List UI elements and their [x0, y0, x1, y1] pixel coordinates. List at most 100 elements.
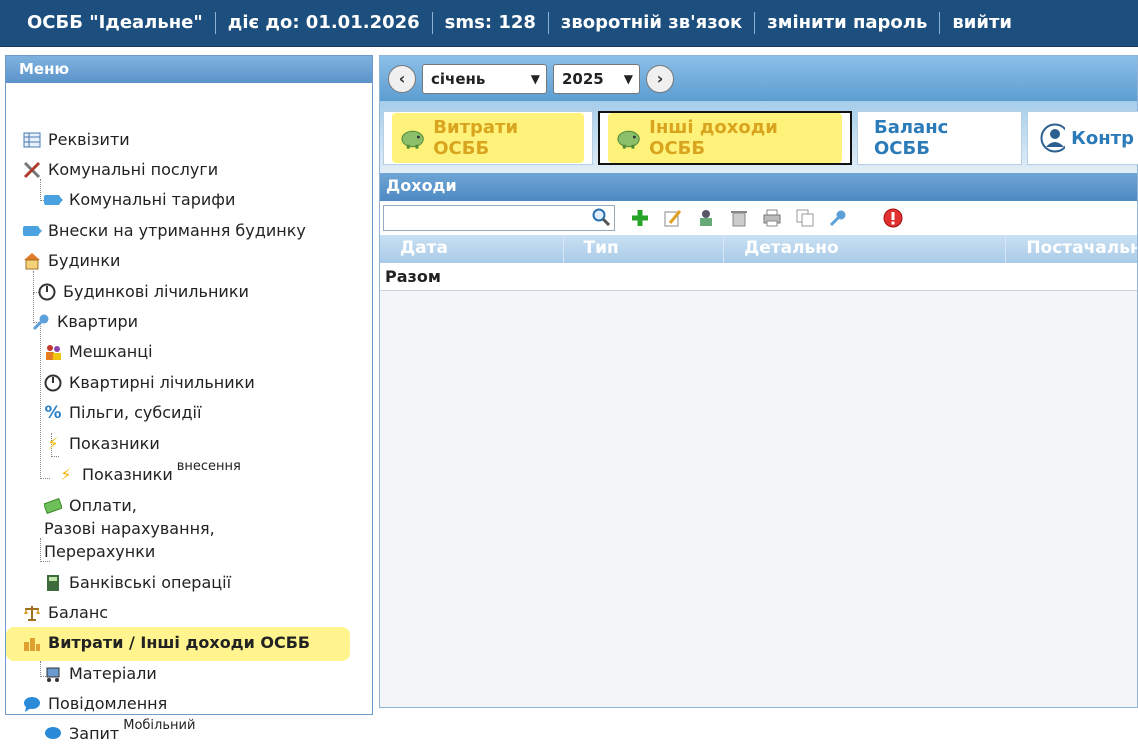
sidebar-item-sup: Мобільний [123, 718, 196, 733]
logout-link[interactable]: вийти [939, 12, 1024, 34]
key-icon [31, 313, 51, 331]
users-button[interactable] [695, 207, 717, 229]
bank-terminal-icon [43, 574, 63, 592]
search-input[interactable] [383, 205, 615, 231]
sidebar-item-label: Перерахунки [44, 542, 156, 561]
year-select[interactable]: 2025 ▼ [553, 63, 640, 94]
sidebar-item-label: Матеріали [69, 664, 157, 683]
sidebar-item-pokaznyky[interactable]: ⚡ Показники [43, 433, 160, 455]
year-select-value: 2025 [562, 69, 604, 88]
sidebar-item-komunalni-posluhy[interactable]: Комунальні послуги [22, 159, 218, 181]
sidebar-item-vytraty[interactable]: Витрати / Інші доходи ОСББ [22, 632, 310, 654]
sidebar-item-label: Внески на утримання будинку [48, 221, 306, 240]
lightning-icon: ⚡ [60, 465, 72, 484]
total-label: Разом [385, 267, 441, 286]
sidebar-item-kvartyry[interactable]: Квартири [31, 311, 138, 333]
coins-icon [22, 634, 42, 652]
chat-bubble-icon [22, 695, 42, 713]
tools-icon [22, 161, 42, 179]
sidebar-item-povidomlennia[interactable]: Повідомлення [22, 693, 167, 715]
top-bar: ОСББ "Ідеальне" діє до: 01.01.2026 sms: … [0, 0, 1138, 47]
scales-icon [22, 604, 42, 622]
table-icon [22, 131, 42, 149]
tab-highlight: Витрати ОСББ [392, 113, 584, 163]
alert-icon [883, 208, 903, 228]
sidebar-item-sup: внесення [176, 459, 241, 474]
sidebar-item-vnesky[interactable]: Внески на утримання будинку [22, 220, 306, 242]
print-button[interactable] [761, 207, 783, 229]
chevron-down-icon: ▼ [623, 71, 633, 86]
trash-icon [731, 211, 747, 227]
sidebar-item-label: Будинкові лічильники [63, 282, 249, 301]
tab-label: Витрати ОСББ [433, 117, 519, 159]
period-selector-bar: ‹ січень ▼ 2025 ▼ › [380, 56, 1137, 101]
chevron-left-icon: ‹ [398, 69, 406, 88]
sidebar-item-zapyt[interactable]: Запит Мобільний [43, 718, 195, 745]
chevron-right-icon: › [656, 69, 664, 88]
key-icon [829, 210, 846, 227]
piggy-bank-icon [401, 130, 424, 149]
sidebar-item-kvartyrni-lichylnyky[interactable]: Квартирні лічильники [43, 372, 255, 394]
house-icon [22, 252, 42, 270]
key-button[interactable] [827, 207, 849, 229]
column-header-date[interactable]: Дата [380, 235, 564, 263]
sidebar-item-budynkovi-lichylnyky[interactable]: Будинкові лічильники [37, 281, 249, 303]
add-button[interactable] [629, 207, 651, 229]
sidebar-item-oplaty-line2: Разові нарахування, [44, 518, 215, 540]
sidebar-item-label: Банківські операції [69, 573, 232, 592]
tab-expenses[interactable]: Витрати ОСББ [383, 111, 593, 165]
sidebar-item-oplaty-line3: Перерахунки [44, 541, 155, 563]
sidebar-item-label: Разові нарахування, [44, 519, 215, 538]
sidebar-item-label: Повідомлення [48, 694, 168, 713]
delete-button[interactable] [728, 207, 750, 229]
tab-contractors[interactable]: Контр [1027, 111, 1138, 165]
sidebar-item-budynky[interactable]: Будинки [22, 250, 120, 272]
tab-other-income[interactable]: Інші доходи ОСББ [598, 111, 852, 165]
month-select[interactable]: січень ▼ [422, 63, 547, 94]
tab-balance[interactable]: Баланс ОСББ [857, 111, 1022, 165]
column-header-details[interactable]: Детально [724, 235, 1007, 263]
sidebar-item-label: Показники [69, 434, 160, 453]
sidebar-item-pokaznyky-vnesennia[interactable]: ⚡ Показники внесення [56, 459, 240, 486]
contribution-icon [22, 222, 42, 240]
copy-button[interactable] [794, 207, 816, 229]
lightning-icon: ⚡ [47, 434, 59, 453]
sidebar-item-label: Запит [69, 724, 120, 743]
percent-icon: % [44, 403, 62, 423]
column-header-supplier[interactable]: Постачальн [1006, 235, 1137, 263]
prev-month-button[interactable]: ‹ [388, 64, 416, 93]
copy-icon [796, 209, 814, 227]
chevron-down-icon: ▼ [530, 71, 540, 86]
group-icon [700, 210, 712, 226]
user-avatar-icon [1040, 123, 1066, 153]
change-password-link[interactable]: змінити пароль [754, 12, 939, 34]
sidebar-title: Меню [6, 56, 372, 83]
sidebar-item-rekvizyty[interactable]: Реквізити [22, 129, 130, 151]
tab-label: Інші доходи ОСББ [649, 117, 778, 159]
sidebar-item-pilhy[interactable]: % Пільги, субсидії [43, 402, 201, 424]
sidebar-item-meshkantsi[interactable]: Мешканці [43, 341, 153, 363]
alert-button[interactable] [882, 207, 904, 229]
next-month-button[interactable]: › [646, 64, 674, 93]
tab-label: Баланс ОСББ [874, 117, 949, 159]
sidebar-item-oplaty[interactable]: Оплати, [43, 495, 137, 517]
printer-icon [763, 209, 781, 227]
sidebar-item-label: Будинки [48, 251, 121, 270]
main-panel: ‹ січень ▼ 2025 ▼ › Витрати ОСББ Інші до… [379, 55, 1138, 708]
piggy-bank-icon [617, 130, 640, 149]
sidebar-item-label: Комунальні послуги [48, 160, 219, 179]
grid-toolbar [380, 201, 1137, 235]
feedback-link[interactable]: зворотній зв'язок [547, 12, 754, 34]
subscription-valid-until: діє до: 01.01.2026 [214, 12, 432, 34]
edit-button[interactable] [662, 207, 684, 229]
sidebar-item-materialy[interactable]: Матеріали [43, 663, 157, 685]
sidebar-item-balans[interactable]: Баланс [22, 602, 108, 624]
plus-icon [632, 210, 648, 226]
grid-total-row: Разом [380, 263, 1137, 291]
tab-label: Контр [1071, 127, 1134, 149]
meter-icon [37, 283, 57, 301]
chat-bubble-icon [43, 725, 63, 743]
column-header-type[interactable]: Тип [564, 235, 725, 263]
sidebar-item-bank[interactable]: Банківські операції [43, 572, 231, 594]
sidebar-item-komunalni-taryfy[interactable]: Комунальні тарифи [43, 189, 235, 211]
